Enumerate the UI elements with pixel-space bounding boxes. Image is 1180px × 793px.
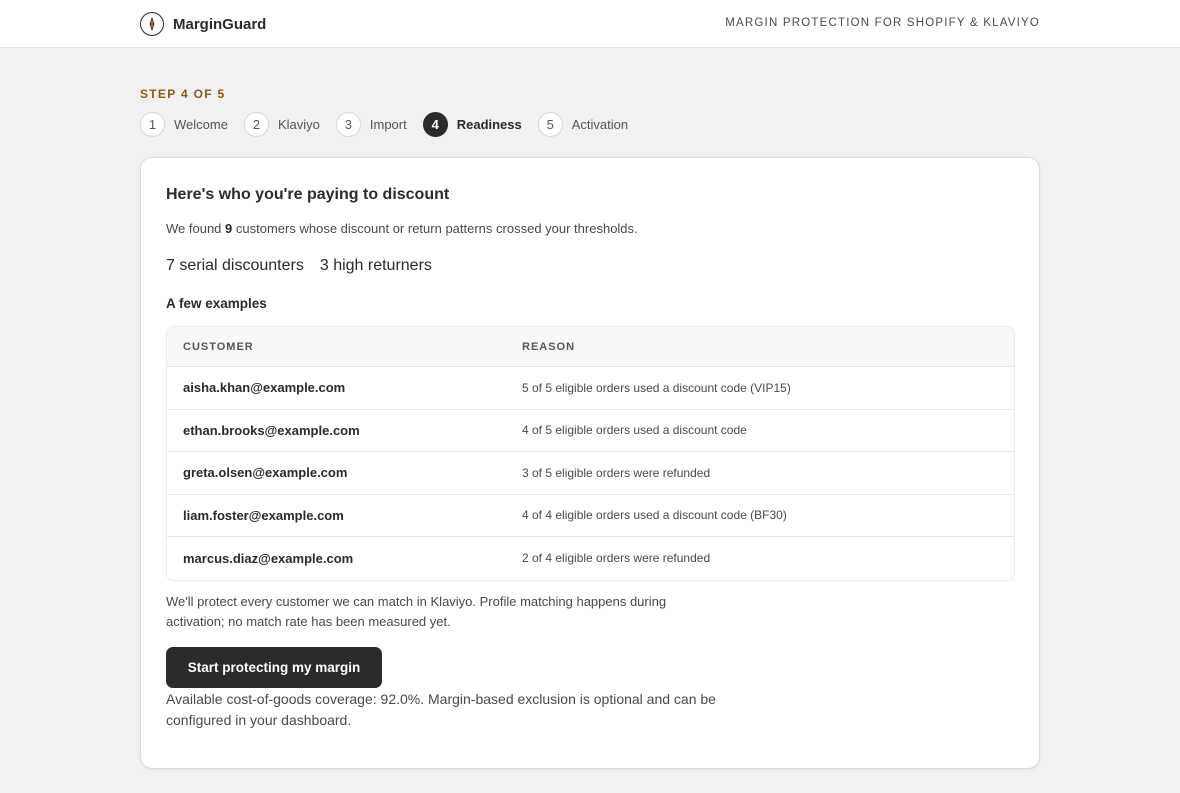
- table-row: liam.foster@example.com 4 of 4 eligible …: [167, 495, 1014, 537]
- table-row: marcus.diaz@example.com 2 of 4 eligible …: [167, 537, 1014, 580]
- step-label-active: Readiness: [456, 116, 522, 132]
- stats-summary: 7 serial discounters 3 high returners: [166, 257, 432, 275]
- customer-email: ethan.brooks@example.com: [183, 422, 360, 438]
- customer-email: liam.foster@example.com: [183, 507, 344, 523]
- step-readiness: 4 Readiness: [422, 111, 522, 137]
- step-number: 3: [335, 111, 361, 137]
- step-label: Welcome: [174, 116, 228, 132]
- step-number: 2: [243, 111, 269, 137]
- card-title: Here's who you're paying to discount: [166, 186, 450, 203]
- coverage-note: Available cost-of-goods coverage: 92.0%.…: [166, 691, 716, 728]
- table-row: ethan.brooks@example.com 4 of 5 eligible…: [167, 410, 1014, 452]
- table-row: aisha.khan@example.com 5 of 5 eligible o…: [167, 367, 1014, 410]
- brand[interactable]: MarginGuard: [140, 12, 266, 36]
- column-header-customer: CUSTOMER: [183, 340, 254, 353]
- step-import: 3 Import: [335, 111, 407, 137]
- customer-reason: 3 of 5 eligible orders were refunded: [522, 465, 711, 480]
- onboarding-stepper: 1 Welcome 2 Klaviyo 3 Import 4 Readiness…: [140, 111, 644, 137]
- top-bar: MarginGuard MARGIN PROTECTION FOR SHOPIF…: [0, 0, 1180, 48]
- customer-count: 9: [225, 221, 233, 236]
- start-protecting-button[interactable]: Start protecting my margin: [166, 647, 382, 688]
- column-header-reason: REASON: [522, 340, 576, 353]
- step-number-active: 4: [422, 111, 448, 137]
- brand-name: MarginGuard: [173, 15, 267, 33]
- desc-prefix: We found: [166, 221, 222, 236]
- customer-email: marcus.diaz@example.com: [183, 550, 354, 566]
- step-label: Klaviyo: [277, 116, 320, 132]
- readiness-card: Here's who you're paying to discount We …: [140, 157, 1040, 769]
- customer-reason: 2 of 4 eligible orders were refunded: [522, 551, 711, 566]
- step-number: 1: [140, 111, 165, 137]
- compass-icon: [140, 12, 164, 36]
- step-klaviyo: 2 Klaviyo: [243, 111, 320, 137]
- customer-reason: 5 of 5 eligible orders used a discount c…: [522, 380, 791, 395]
- table-header: CUSTOMER REASON: [167, 327, 1014, 367]
- customer-email: greta.olsen@example.com: [183, 465, 348, 481]
- step-counter: STEP 4 OF 5: [140, 87, 226, 101]
- card-description: We found 9 customers whose discount or r…: [166, 221, 638, 236]
- table-row: greta.olsen@example.com 3 of 5 eligible …: [167, 452, 1014, 495]
- serial-discounters-stat: 7 serial discounters: [166, 257, 304, 274]
- customer-reason: 4 of 4 eligible orders used a discount c…: [522, 508, 787, 523]
- step-label: Activation: [571, 116, 629, 132]
- high-returners-stat: 3 high returners: [319, 257, 432, 274]
- step-number: 5: [537, 111, 563, 137]
- customer-reason: 4 of 5 eligible orders used a discount c…: [522, 423, 747, 438]
- step-label: Import: [369, 116, 407, 132]
- customer-email: aisha.khan@example.com: [183, 380, 346, 396]
- examples-table: CUSTOMER REASON aisha.khan@example.com 5…: [166, 326, 1015, 581]
- step-activation: 5 Activation: [537, 111, 629, 137]
- matching-note: We'll protect every customer we can matc…: [166, 594, 667, 629]
- desc-suffix: customers whose discount or return patte…: [235, 221, 638, 236]
- examples-title: A few examples: [166, 296, 267, 311]
- step-welcome: 1 Welcome: [140, 111, 228, 137]
- tagline: MARGIN PROTECTION FOR SHOPIFY & KLAVIYO: [725, 17, 1040, 29]
